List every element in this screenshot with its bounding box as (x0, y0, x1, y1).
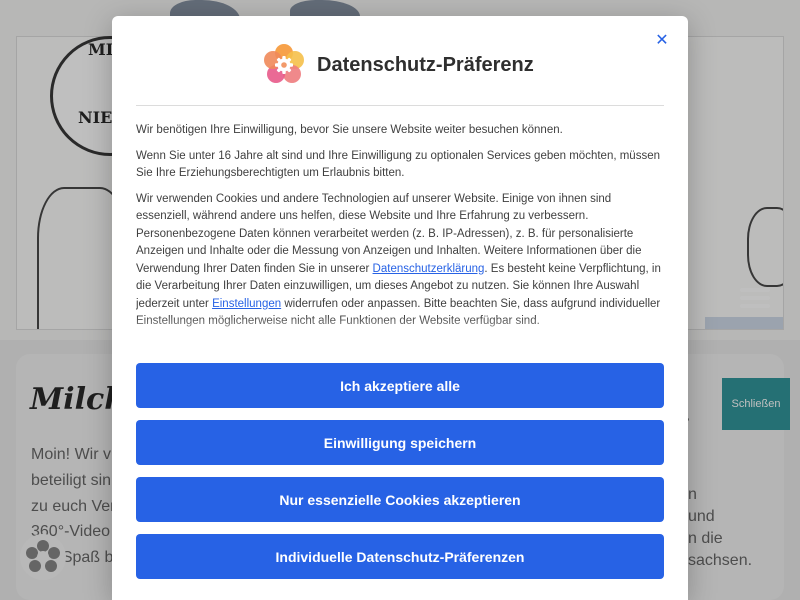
privacy-policy-link[interactable]: Datenschutzerklärung (373, 263, 485, 275)
close-icon[interactable]: ✕ (654, 32, 670, 48)
consent-intro-text: Wir benötigen Ihre Einwilligung, bevor S… (136, 124, 563, 136)
settings-link[interactable]: Einstellungen (212, 298, 281, 310)
dialog-body[interactable]: Wir benötigen Ihre Einwilligung, bevor S… (136, 122, 666, 344)
age-notice-text: Wenn Sie unter 16 Jahre alt sind und Ihr… (136, 149, 660, 180)
cookie-info-text: Wir verwenden Cookies und andere Technol… (136, 192, 661, 328)
essential-only-button[interactable]: Nur essenzielle Cookies akzeptieren (136, 477, 664, 522)
dialog-divider (136, 105, 664, 106)
privacy-dialog: ✕ Datenschutz-Präferenz Wir benötigen Ih… (112, 16, 688, 600)
dialog-header: Datenschutz-Präferenz (262, 43, 534, 87)
privacy-flower-icon (264, 44, 304, 83)
dialog-title: Datenschutz-Präferenz (317, 53, 534, 76)
individual-preferences-button[interactable]: Individuelle Datenschutz-Präferenzen (136, 534, 664, 579)
accept-all-button[interactable]: Ich akzeptiere alle (136, 363, 664, 408)
body-scroll-fade (136, 316, 666, 346)
save-consent-button[interactable]: Einwilligung speichern (136, 420, 664, 465)
